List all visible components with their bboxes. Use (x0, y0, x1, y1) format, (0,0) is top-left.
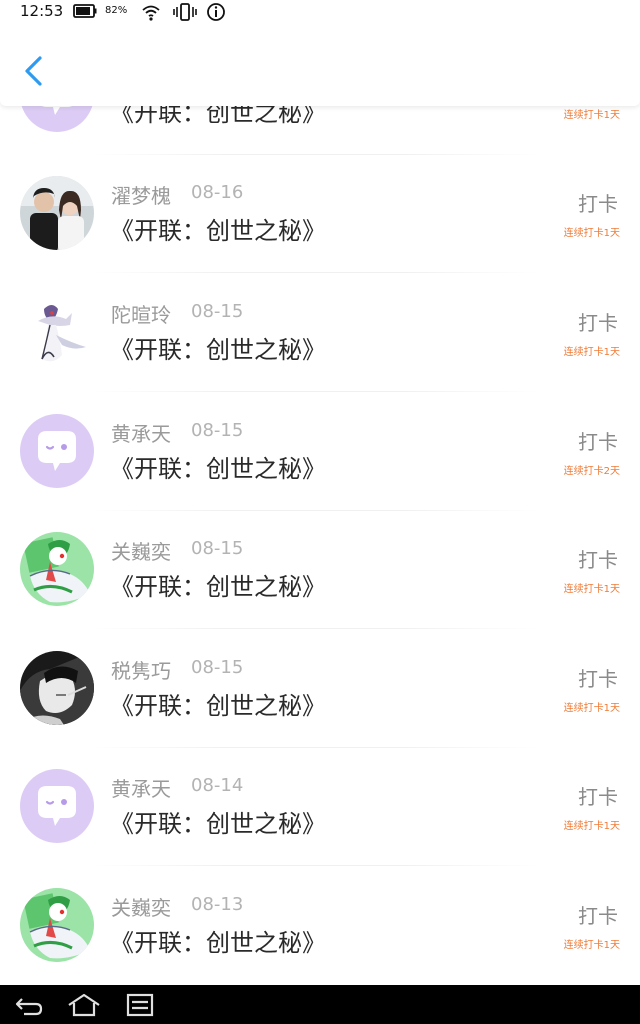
list-item[interactable]: 陀暄玲 08-15 《开联：创世之秘》 打卡 连续打卡1天 (0, 274, 640, 392)
pokemon-avatar-icon (20, 532, 94, 606)
couple-photo-icon (20, 176, 94, 250)
avatar[interactable] (20, 769, 94, 843)
info-icon (207, 3, 225, 21)
menu-icon[interactable] (126, 993, 154, 1017)
top-app-bar (0, 24, 640, 106)
wifi-icon (142, 5, 160, 21)
chat-bubble-icon (20, 769, 94, 843)
user-name[interactable]: 关巍奕 (111, 536, 171, 565)
streak-label: 连续打卡1天 (563, 228, 620, 239)
checkin-button[interactable]: 打卡 (578, 781, 618, 810)
chat-bubble-icon (20, 414, 94, 488)
book-title[interactable]: 《开联：创世之秘》 (110, 686, 326, 721)
avatar[interactable] (20, 532, 94, 606)
battery-icon (73, 4, 97, 18)
portrait-photo-icon (20, 651, 94, 725)
chevron-left-icon (25, 56, 42, 86)
book-title[interactable]: 《开联：创世之秘》 (110, 211, 326, 246)
divider (90, 272, 540, 273)
avatar[interactable] (20, 414, 94, 488)
back-button[interactable] (16, 50, 50, 92)
streak-label: 连续打卡1天 (563, 821, 620, 832)
streak-label: 连续打卡1天 (563, 940, 620, 951)
book-title[interactable]: 《开联：创世之秘》 (110, 449, 326, 484)
avatar[interactable] (20, 651, 94, 725)
book-title[interactable]: 《开联：创世之秘》 (110, 330, 326, 365)
checkin-date: 08-15 (191, 420, 244, 441)
list-item[interactable]: 税隽巧 08-15 《开联：创世之秘》 打卡 连续打卡1天 (0, 630, 640, 748)
list-item[interactable]: 黄承天 08-15 《开联：创世之秘》 打卡 连续打卡2天 (0, 393, 640, 511)
book-title[interactable]: 《开联：创世之秘》 (110, 804, 326, 839)
checkin-date: 08-15 (191, 657, 244, 678)
checkin-button[interactable]: 打卡 (578, 426, 618, 455)
user-name[interactable]: 黄承天 (111, 773, 171, 802)
user-name[interactable]: 濯梦槐 (111, 180, 171, 209)
divider (90, 628, 540, 629)
list-item[interactable]: 关巍奕 08-13 《开联：创世之秘》 打卡 连续打卡1天 (0, 867, 640, 985)
user-name[interactable]: 黄承天 (111, 418, 171, 447)
checkin-button[interactable]: 打卡 (578, 663, 618, 692)
checkin-date: 08-16 (191, 182, 244, 203)
battery-percent: 82% (105, 5, 128, 16)
clock: 12:53 (20, 2, 64, 20)
list-item[interactable]: 黄承天 08-14 《开联：创世之秘》 打卡 连续打卡1天 (0, 748, 640, 866)
vibrate-icon (173, 3, 197, 21)
checkin-button[interactable]: 打卡 (578, 544, 618, 573)
streak-label: 连续打卡1天 (563, 703, 620, 714)
list-item[interactable]: 关巍奕 08-15 《开联：创世之秘》 打卡 连续打卡1天 (0, 511, 640, 629)
checkin-button[interactable]: 打卡 (578, 188, 618, 217)
user-name[interactable]: 税隽巧 (111, 655, 171, 684)
checkin-date: 08-14 (191, 775, 244, 796)
book-title[interactable]: 《开联：创世之秘》 (110, 923, 326, 958)
avatar[interactable] (20, 888, 94, 962)
divider (90, 865, 540, 866)
user-name[interactable]: 陀暄玲 (111, 299, 171, 328)
streak-label: 连续打卡1天 (563, 347, 620, 358)
streak-label: 连续打卡1天 (563, 110, 620, 121)
pokemon-avatar-icon (20, 295, 94, 369)
user-name[interactable]: 关巍奕 (111, 892, 171, 921)
home-icon[interactable] (66, 993, 102, 1017)
list-item[interactable]: 濯梦槐 08-16 《开联：创世之秘》 打卡 连续打卡1天 (0, 155, 640, 273)
back-icon[interactable] (14, 993, 44, 1017)
checkin-date: 08-15 (191, 301, 244, 322)
avatar[interactable] (20, 176, 94, 250)
book-title[interactable]: 《开联：创世之秘》 (110, 567, 326, 602)
avatar[interactable] (20, 295, 94, 369)
streak-label: 连续打卡2天 (563, 466, 620, 477)
checkin-list-screen: 《开联：创世之秘》 连续打卡1天 濯梦槐 08-16 《开联：创世之秘》 打卡 … (0, 0, 640, 1024)
pokemon-avatar-icon (20, 888, 94, 962)
divider (90, 391, 540, 392)
checkin-date: 08-15 (191, 538, 244, 559)
checkin-button[interactable]: 打卡 (578, 900, 618, 929)
checkin-button[interactable]: 打卡 (578, 307, 618, 336)
checkin-date: 08-13 (191, 894, 244, 915)
system-nav-bar (0, 985, 640, 1024)
status-bar: 12:53 82% (0, 0, 640, 24)
checkin-list[interactable]: 《开联：创世之秘》 连续打卡1天 濯梦槐 08-16 《开联：创世之秘》 打卡 … (0, 0, 640, 985)
streak-label: 连续打卡1天 (563, 584, 620, 595)
